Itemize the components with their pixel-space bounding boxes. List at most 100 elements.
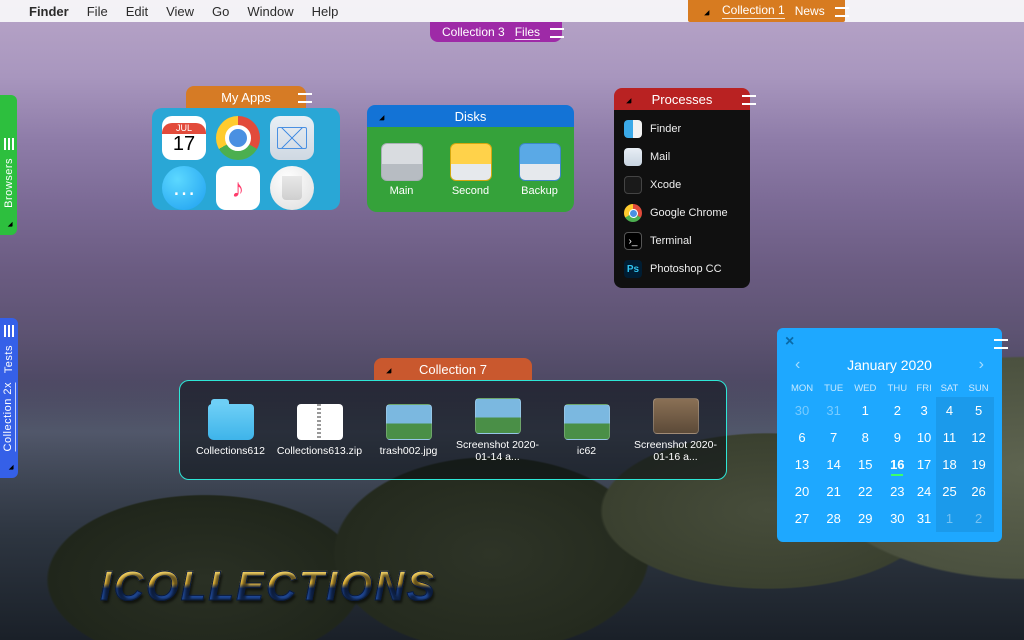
popout-icon[interactable] <box>380 362 394 376</box>
panel-header[interactable]: Collection 7 <box>374 358 532 380</box>
calendar-day[interactable]: 18 <box>936 451 963 478</box>
popout-icon[interactable] <box>3 459 16 472</box>
calendar-day[interactable]: 31 <box>912 505 936 532</box>
calendar-day[interactable]: 25 <box>936 478 963 505</box>
file-item[interactable]: Collections612 <box>188 404 274 457</box>
file-item[interactable]: trash002.jpg <box>366 404 452 457</box>
menubar-file[interactable]: File <box>78 4 117 19</box>
calendar-day[interactable]: 28 <box>819 505 848 532</box>
calendar-day[interactable]: 30 <box>785 397 819 424</box>
panel-title: Disks <box>455 109 487 124</box>
calendar-day[interactable]: 7 <box>819 424 848 451</box>
file-item[interactable]: Screenshot 2020-01-16 a... <box>633 398 719 463</box>
purple-tab-label-2[interactable]: Files <box>515 25 540 40</box>
disk-label: Second <box>452 185 489 197</box>
chrome-app-icon[interactable] <box>216 116 260 160</box>
panel-disks[interactable]: Disks Main Second Backup <box>367 105 574 212</box>
popout-icon[interactable] <box>620 92 634 106</box>
file-item[interactable]: Screenshot 2020-01-14 a... <box>455 398 541 463</box>
process-row[interactable]: PsPhotoshop CC <box>614 255 750 283</box>
menubar-window[interactable]: Window <box>238 4 302 19</box>
panel-header[interactable]: My Apps <box>186 86 306 108</box>
calendar-day[interactable]: 12 <box>963 424 994 451</box>
calendar-widget[interactable]: × ‹ January 2020 › MONTUEWEDTHUFRISATSUN… <box>777 328 1002 542</box>
calendar-day[interactable]: 16 <box>882 451 912 478</box>
menubar-help[interactable]: Help <box>303 4 348 19</box>
trash-app-icon[interactable] <box>270 166 314 210</box>
calendar-day[interactable]: 27 <box>785 505 819 532</box>
disk-icon <box>450 143 492 181</box>
process-row[interactable]: Google Chrome <box>614 199 750 227</box>
popout-icon[interactable] <box>2 216 15 229</box>
top-tab-label-2[interactable]: News <box>795 4 825 18</box>
calendar-day[interactable]: 23 <box>882 478 912 505</box>
calendar-day[interactable]: 4 <box>936 397 963 424</box>
messages-app-icon[interactable]: … <box>162 166 206 210</box>
calendar-title: January 2020 <box>847 357 932 373</box>
close-icon[interactable]: × <box>785 336 799 350</box>
popout-icon[interactable] <box>698 4 712 18</box>
calendar-day[interactable]: 9 <box>882 424 912 451</box>
calendar-day[interactable]: 30 <box>882 505 912 532</box>
disk-item[interactable]: Second <box>450 143 492 197</box>
xcode-icon <box>624 176 642 194</box>
calendar-day[interactable]: 19 <box>963 451 994 478</box>
prev-month-icon[interactable]: ‹ <box>791 356 804 374</box>
disk-item[interactable]: Backup <box>519 143 561 197</box>
menubar-app[interactable]: Finder <box>20 4 78 19</box>
panel-collection7[interactable]: Collection 7 Collections612 Collections6… <box>179 358 727 480</box>
calendar-day[interactable]: 17 <box>912 451 936 478</box>
menubar-view[interactable]: View <box>157 4 203 19</box>
calendar-day[interactable]: 11 <box>936 424 963 451</box>
calendar-day[interactable]: 2 <box>963 505 994 532</box>
top-tab-collection1[interactable]: Collection 1 News <box>688 0 845 22</box>
calendar-app-icon[interactable]: JUL 17 <box>162 116 206 160</box>
calendar-day[interactable]: 10 <box>912 424 936 451</box>
panel-header[interactable]: Disks <box>367 105 574 127</box>
calendar-day[interactable]: 14 <box>819 451 848 478</box>
menu-icon[interactable] <box>8 138 10 150</box>
calendar-day[interactable]: 21 <box>819 478 848 505</box>
calendar-day[interactable]: 1 <box>848 397 882 424</box>
process-row[interactable]: Finder <box>614 115 750 143</box>
mail-app-icon[interactable] <box>270 116 314 160</box>
calendar-day[interactable]: 29 <box>848 505 882 532</box>
top-tab-label-1[interactable]: Collection 1 <box>722 3 785 19</box>
calendar-day[interactable]: 15 <box>848 451 882 478</box>
file-item[interactable]: Collections613.zip <box>277 404 363 457</box>
process-row[interactable]: Xcode <box>614 171 750 199</box>
calendar-day[interactable]: 22 <box>848 478 882 505</box>
panel-processes[interactable]: Processes Finder Mail Xcode Google Chrom… <box>614 88 750 288</box>
calendar-day[interactable]: 26 <box>963 478 994 505</box>
calendar-day[interactable]: 2 <box>882 397 912 424</box>
process-row[interactable]: Mail <box>614 143 750 171</box>
finder-icon <box>624 120 642 138</box>
panel-header[interactable]: Processes <box>614 88 750 110</box>
panel-my-apps[interactable]: My Apps JUL 17 … ♪ <box>152 86 340 210</box>
process-row[interactable]: ›_Terminal <box>614 227 750 255</box>
purple-tab-collection3[interactable]: Collection 3 Files <box>430 22 562 42</box>
menubar: Finder File Edit View Go Window Help <box>0 0 1024 22</box>
menubar-edit[interactable]: Edit <box>117 4 157 19</box>
file-label: Screenshot 2020-01-14 a... <box>455 439 541 463</box>
music-app-icon[interactable]: ♪ <box>216 166 260 210</box>
calendar-day[interactable]: 13 <box>785 451 819 478</box>
calendar-day[interactable]: 8 <box>848 424 882 451</box>
calendar-day[interactable]: 6 <box>785 424 819 451</box>
side-tab-browsers[interactable]: Browsers <box>0 95 17 235</box>
calendar-day[interactable]: 3 <box>912 397 936 424</box>
disk-item[interactable]: Main <box>381 143 423 197</box>
side-tab-collection2x[interactable]: Tests Collection 2x <box>0 318 18 478</box>
calendar-day[interactable]: 31 <box>819 397 848 424</box>
popout-icon[interactable] <box>373 109 387 123</box>
file-item[interactable]: ic62 <box>544 404 630 457</box>
calendar-day[interactable]: 5 <box>963 397 994 424</box>
menu-icon[interactable] <box>8 325 10 337</box>
purple-tab-label-1[interactable]: Collection 3 <box>442 25 505 39</box>
calendar-dow: SAT <box>936 380 963 397</box>
calendar-day[interactable]: 1 <box>936 505 963 532</box>
menubar-go[interactable]: Go <box>203 4 238 19</box>
calendar-day[interactable]: 24 <box>912 478 936 505</box>
next-month-icon[interactable]: › <box>975 356 988 374</box>
calendar-day[interactable]: 20 <box>785 478 819 505</box>
